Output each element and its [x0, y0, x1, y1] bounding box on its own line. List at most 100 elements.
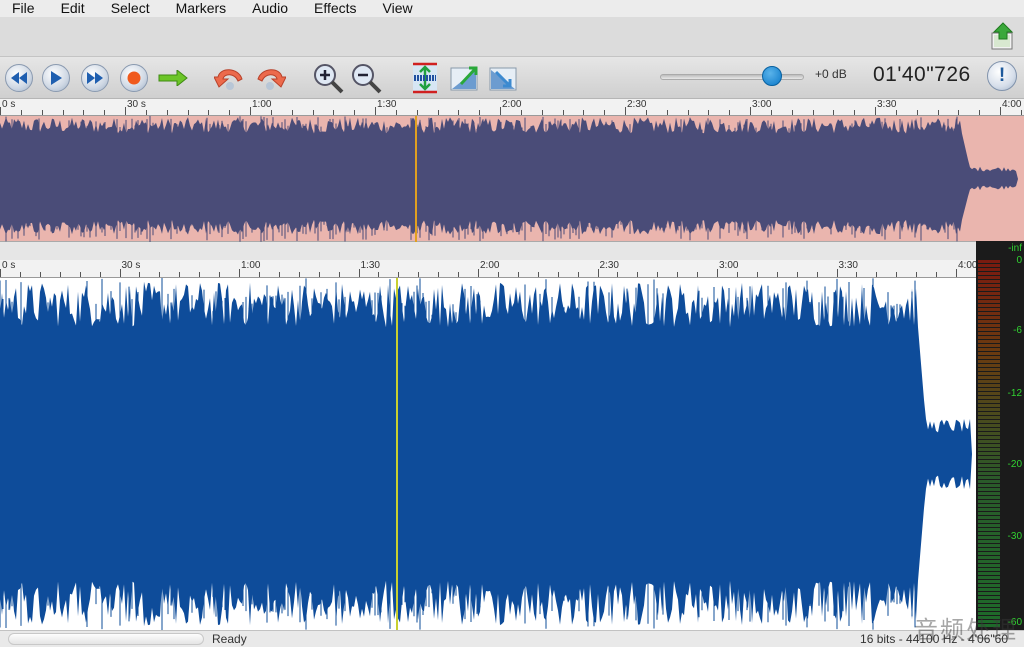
- main-ruler-minor-tick: [39, 272, 41, 277]
- zoom-out-button[interactable]: [350, 62, 382, 94]
- export-icon: [991, 22, 1014, 50]
- overview-ruler-minor-tick: [354, 110, 356, 115]
- record-icon: [127, 71, 141, 85]
- menu-audio[interactable]: Audio: [240, 0, 288, 17]
- overview-ruler-tick: [0, 107, 1, 115]
- main-ruler-minor-tick: [79, 272, 81, 277]
- main-ruler-minor-tick: [99, 272, 101, 277]
- overview-waveform[interactable]: [0, 116, 1024, 242]
- overview-ruler-minor-tick: [395, 110, 397, 115]
- play-button[interactable]: [40, 62, 72, 94]
- main-ruler-minor-tick: [278, 272, 280, 277]
- info-button[interactable]: !: [987, 61, 1017, 91]
- overview-ruler-minor-tick: [333, 110, 335, 115]
- main-ruler-minor-tick: [637, 272, 639, 277]
- main-ruler-minor-tick: [179, 272, 181, 277]
- main-ruler-minor-tick: [796, 272, 798, 277]
- main-ruler-minor-tick: [876, 272, 878, 277]
- overview-ruler-tick: [1000, 107, 1001, 115]
- main-ruler-label: 1:00: [241, 260, 261, 271]
- zoom-in-icon: [314, 64, 344, 94]
- overview-ruler-minor-tick: [416, 110, 418, 115]
- volume-db-readout: +0 dB: [815, 67, 847, 81]
- vu-meter: -inf 0 -6 -12 -20 -30 -60: [976, 241, 1024, 630]
- main-ruler-tick: [956, 269, 957, 277]
- menu-effects[interactable]: Effects: [302, 0, 357, 17]
- zoom-in-button[interactable]: [312, 62, 344, 94]
- volume-slider[interactable]: [660, 74, 804, 80]
- main-ruler-minor-tick: [338, 272, 340, 277]
- redo-button[interactable]: [254, 62, 286, 94]
- undo-icon: [214, 69, 243, 90]
- fade-out-button[interactable]: [487, 62, 519, 94]
- fade-in-button[interactable]: [448, 62, 480, 94]
- main-ruler-tick: [597, 269, 599, 277]
- zoom-out-icon: [352, 64, 382, 94]
- overview-ruler-minor-tick: [479, 110, 481, 115]
- main-ruler-tick: [717, 269, 718, 277]
- overview-ruler-minor-tick: [166, 110, 168, 115]
- overview-ruler-tick: [875, 107, 876, 115]
- export-button[interactable]: [990, 21, 1016, 51]
- overview-ruler-minor-tick: [41, 110, 43, 115]
- main-ruler-minor-tick: [438, 272, 440, 277]
- status-bar: Ready 16 bits - 44100 Hz - 4'06"60: [0, 630, 1024, 647]
- main-ruler-minor-tick: [677, 272, 679, 277]
- time-display: 01'40"726: [873, 63, 971, 86]
- overview-ruler-minor-tick: [62, 110, 64, 115]
- overview-ruler-minor-tick: [270, 110, 272, 115]
- main-ruler-tick: [0, 269, 1, 277]
- overview-ruler-minor-tick: [666, 110, 668, 115]
- overview-ruler-minor-tick: [291, 110, 293, 115]
- overview-ruler-label: 2:00: [502, 99, 522, 110]
- overview-ruler-label: 4:00: [1002, 99, 1022, 110]
- panel-separator[interactable]: [0, 242, 1024, 260]
- main-ruler-minor-tick: [418, 272, 420, 277]
- waveform-shape: [0, 281, 976, 627]
- main-ruler-minor-tick: [517, 272, 519, 277]
- overview-ruler-minor-tick: [20, 110, 22, 115]
- rewind-button[interactable]: [3, 62, 35, 94]
- overview-ruler-minor-tick: [187, 110, 189, 115]
- main-ruler-minor-tick: [856, 272, 858, 277]
- overview-ruler-minor-tick: [708, 110, 710, 115]
- main-ruler-minor-tick: [537, 272, 539, 277]
- vu-label-20: -20: [1007, 459, 1022, 470]
- vu-meter-bar: [978, 259, 1000, 628]
- main-ruler-minor-tick: [199, 272, 201, 277]
- main-waveform[interactable]: [0, 278, 976, 630]
- main-ruler-minor-tick: [657, 272, 659, 277]
- main-toolbar: [0, 57, 1024, 99]
- fast-forward-button[interactable]: [79, 62, 111, 94]
- main-ruler-minor-tick: [219, 272, 221, 277]
- menu-markers[interactable]: Markers: [164, 0, 227, 17]
- vu-label-12: -12: [1007, 388, 1022, 399]
- overview-ruler-minor-tick: [937, 110, 939, 115]
- record-button[interactable]: [118, 62, 150, 94]
- overview-timeline-ruler[interactable]: 0 s 30 s 1:00 1:30 2:00 2:30 3:00 3:30 4:00: [0, 99, 1024, 116]
- menu-edit[interactable]: Edit: [49, 0, 85, 17]
- main-ruler-minor-tick: [697, 272, 699, 277]
- zoom-fit-button[interactable]: [409, 62, 441, 94]
- main-ruler-minor-tick: [139, 272, 141, 277]
- undo-button[interactable]: [214, 62, 246, 94]
- main-timeline-ruler[interactable]: 0 s 30 s 1:00 1:30 2:00 2:30 3:00 3:30 4:00: [0, 260, 977, 278]
- overview-ruler-tick: [250, 107, 251, 115]
- overview-ruler-minor-tick: [770, 110, 772, 115]
- menu-file[interactable]: File: [0, 0, 35, 17]
- main-ruler-minor-tick: [916, 272, 918, 277]
- overview-ruler-label: 3:00: [752, 99, 772, 110]
- main-ruler-minor-tick: [398, 272, 400, 277]
- play-icon: [51, 71, 62, 85]
- main-ruler-minor-tick: [458, 272, 460, 277]
- overview-ruler-minor-tick: [854, 110, 856, 115]
- menu-view[interactable]: View: [371, 0, 413, 17]
- overview-waveform-graph: [0, 116, 1024, 242]
- main-ruler-label: 2:00: [480, 260, 500, 271]
- overview-ruler-minor-tick: [979, 110, 981, 115]
- menu-select[interactable]: Select: [99, 0, 150, 17]
- go-to-button[interactable]: [157, 62, 189, 94]
- progress-bar: [8, 633, 204, 645]
- overview-ruler-label: 1:00: [252, 99, 272, 110]
- main-ruler-minor-tick: [159, 272, 161, 277]
